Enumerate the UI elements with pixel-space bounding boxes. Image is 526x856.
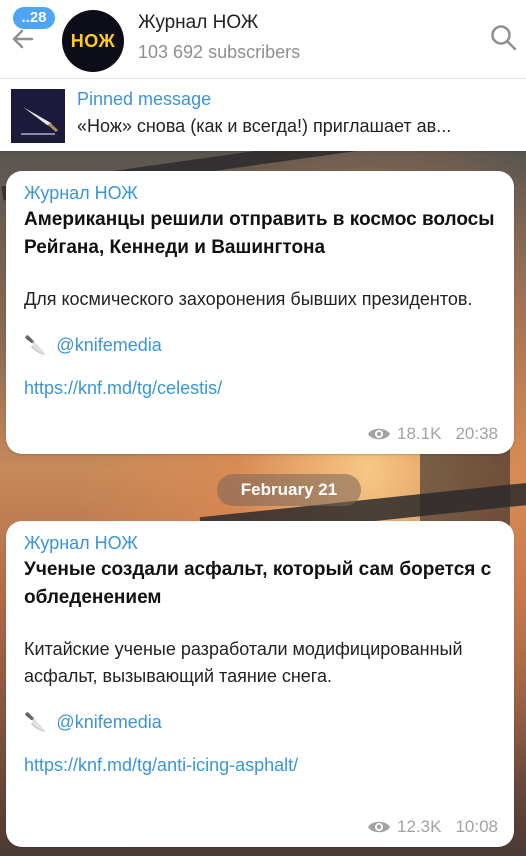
channel-title[interactable]: Журнал НОЖ	[138, 12, 258, 34]
knife-icon: 🔪	[24, 335, 47, 355]
knife-icon: 🔪	[24, 712, 47, 732]
post-headline: Ученые создали асфальт, который сам боре…	[24, 559, 492, 608]
view-count: 12.3K	[397, 817, 442, 836]
post-time: 20:38	[455, 424, 498, 443]
post-text: Для космического захоронения бывших през…	[24, 289, 473, 309]
search-button[interactable]	[488, 22, 520, 54]
channel-handle-link[interactable]: @knifemedia	[56, 335, 161, 356]
post-link[interactable]: https://knf.md/tg/anti-icing-asphalt/	[24, 755, 496, 776]
post-headline: Американцы решили отправить в космос вол…	[24, 209, 495, 258]
views-eye-icon	[368, 821, 391, 833]
pinned-text: «Нож» снова (как и всегда!) приглашает а…	[77, 116, 452, 136]
subscriber-count: 103 692 subscribers	[138, 42, 301, 62]
view-count: 18.1K	[397, 424, 442, 443]
pinned-title: Pinned message	[77, 89, 212, 109]
post-meta: 18.1K 20:38	[367, 424, 498, 444]
post-meta: 12.3K 10:08	[367, 817, 498, 837]
views-eye-icon	[368, 428, 391, 440]
post-time: 10:08	[455, 817, 498, 836]
pinned-thumbnail	[11, 89, 65, 143]
knife-image-icon	[11, 89, 65, 143]
search-icon	[491, 25, 517, 51]
channel-header: ..28 НОЖ Журнал НОЖ 103 692 subscribers	[0, 0, 526, 79]
channel-post[interactable]: Журнал НОЖ Американцы решили отправить в…	[6, 171, 514, 454]
date-separator: February 21	[217, 474, 361, 506]
post-handle-line: 🔪 @knifemedia	[24, 712, 496, 733]
pinned-message-bar[interactable]: Pinned message «Нож» снова (как и всегда…	[0, 79, 526, 151]
post-author[interactable]: Журнал НОЖ	[24, 183, 496, 204]
post-author[interactable]: Журнал НОЖ	[24, 533, 496, 554]
channel-handle-link[interactable]: @knifemedia	[56, 712, 161, 733]
post-text: Китайские ученые разработали модифициров…	[24, 639, 463, 686]
post-link[interactable]: https://knf.md/tg/celestis/	[24, 378, 496, 399]
post-handle-line: 🔪 @knifemedia	[24, 335, 496, 356]
channel-post[interactable]: Журнал НОЖ Ученые создали асфальт, котор…	[6, 521, 514, 847]
channel-avatar[interactable]: НОЖ	[62, 10, 124, 72]
unread-count-badge: ..28	[13, 7, 55, 29]
